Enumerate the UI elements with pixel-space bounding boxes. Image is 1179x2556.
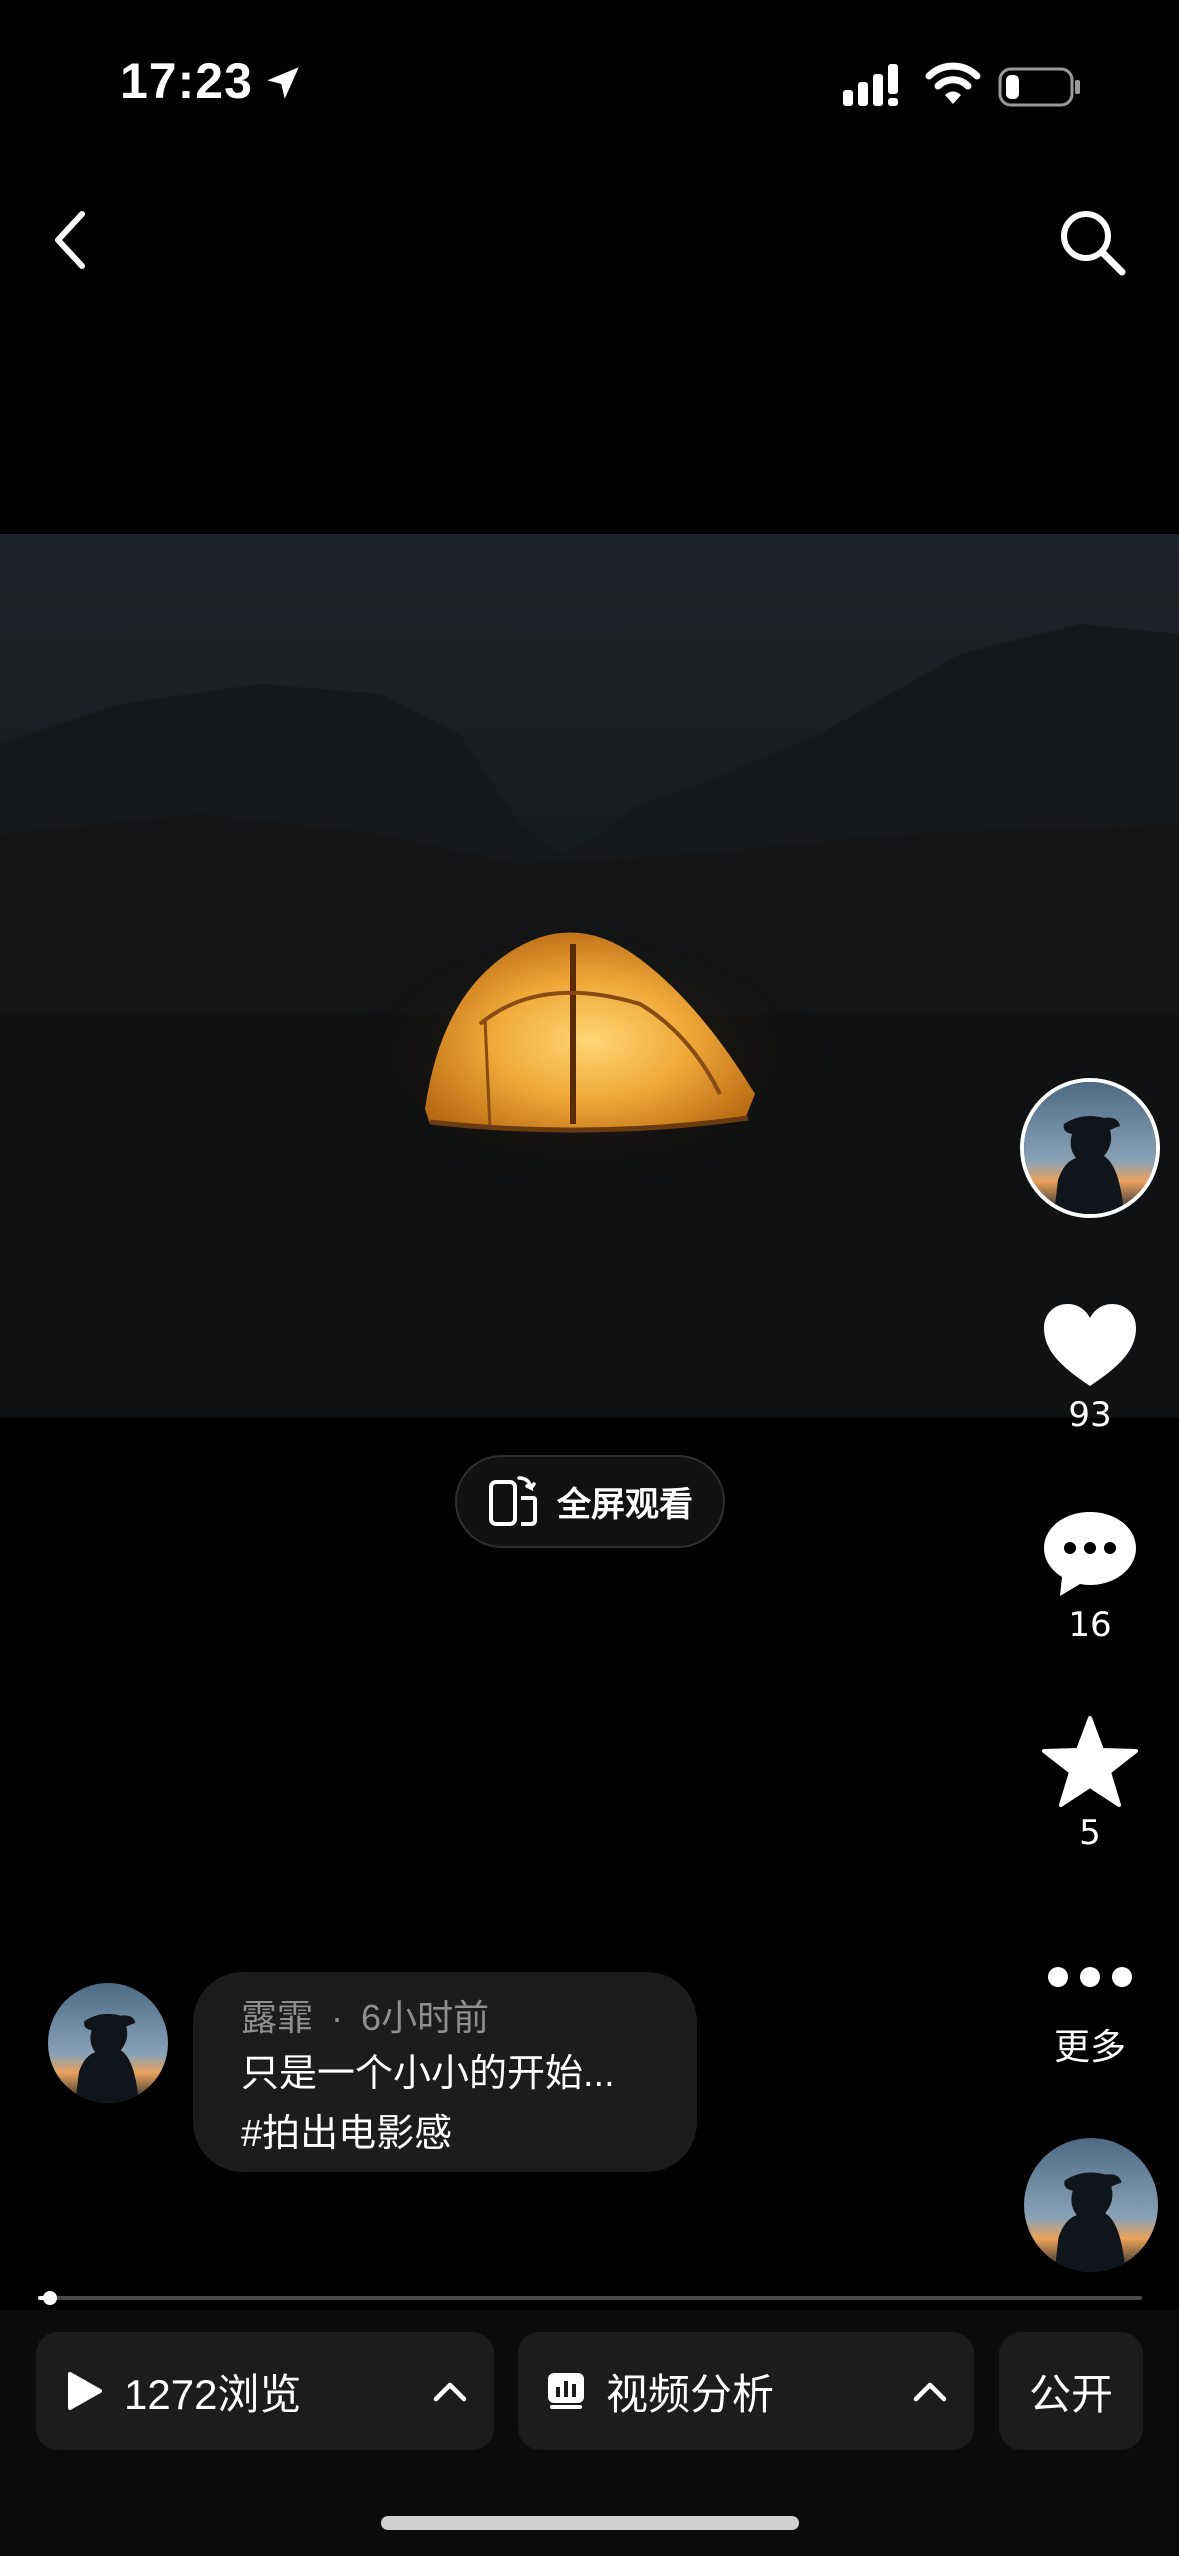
avatar-image [1024, 2138, 1158, 2272]
favorite-button[interactable]: 5 [1020, 1716, 1160, 1853]
music-disc-avatar[interactable] [1024, 2138, 1158, 2272]
author-name[interactable]: 露霏 [241, 1997, 313, 2038]
more-button[interactable]: 更多 [1020, 1955, 1160, 2070]
avatar-image [1024, 1082, 1156, 1214]
more-label: 更多 [1053, 2026, 1126, 2067]
battery-icon [998, 67, 1080, 107]
more-dots-icon [1048, 1967, 1132, 1987]
back-button[interactable] [40, 200, 100, 280]
caption-meta: 露霏 · 6小时前 [241, 1992, 649, 2044]
video-progress-track[interactable] [38, 2296, 1142, 2300]
like-count: 93 [1068, 1395, 1112, 1435]
caption-hashtag[interactable]: #拍出电影感 [241, 2104, 649, 2164]
comment-count: 16 [1068, 1605, 1112, 1645]
analysis-label: 视频分析 [606, 2370, 775, 2418]
heart-icon [1044, 1304, 1136, 1386]
chart-icon [548, 2373, 584, 2409]
home-indicator[interactable] [381, 2516, 799, 2530]
chevron-up-icon [433, 2382, 467, 2402]
video-analysis-button[interactable]: 视频分析 [518, 2332, 974, 2450]
play-icon [68, 2372, 102, 2410]
like-button[interactable]: 93 [1020, 1300, 1160, 1435]
caption-line-1: 只是一个小小的开始... [241, 2053, 615, 2095]
views-label: 1272浏览 [124, 2370, 302, 2418]
post-time: 6小时前 [361, 1997, 490, 2038]
fullscreen-label: 全屏观看 [557, 1486, 693, 1524]
signal-icon [843, 64, 898, 106]
star-icon [1042, 1716, 1138, 1807]
location-arrow-icon [267, 67, 299, 99]
meta-separator: · [331, 1997, 344, 2038]
avatar-image [48, 1983, 168, 2103]
video-player[interactable] [0, 534, 1179, 1418]
status-time: 17:23 [120, 53, 253, 109]
views-button[interactable]: 1272浏览 [36, 2332, 494, 2450]
comment-icon [1044, 1512, 1136, 1596]
fullscreen-button[interactable]: 全屏观看 [455, 1455, 725, 1548]
search-icon[interactable] [1055, 205, 1130, 280]
comment-button[interactable]: 16 [1020, 1508, 1160, 1645]
visibility-button[interactable]: 公开 [999, 2332, 1143, 2450]
video-progress-handle[interactable] [43, 2291, 57, 2305]
video-frame-image [0, 534, 1179, 1418]
back-icon [55, 211, 85, 269]
chevron-up-icon [913, 2382, 947, 2402]
visibility-label: 公开 [1028, 2370, 1113, 2418]
caption-bubble[interactable]: 露霏 · 6小时前 只是一个小小的开始... #拍出电影感 [193, 1972, 697, 2172]
rotate-phone-icon [489, 1475, 537, 1526]
author-avatar[interactable] [1020, 1078, 1160, 1218]
wifi-icon [925, 62, 981, 104]
favorite-count: 5 [1079, 1813, 1101, 1853]
caption-avatar[interactable] [48, 1983, 168, 2103]
